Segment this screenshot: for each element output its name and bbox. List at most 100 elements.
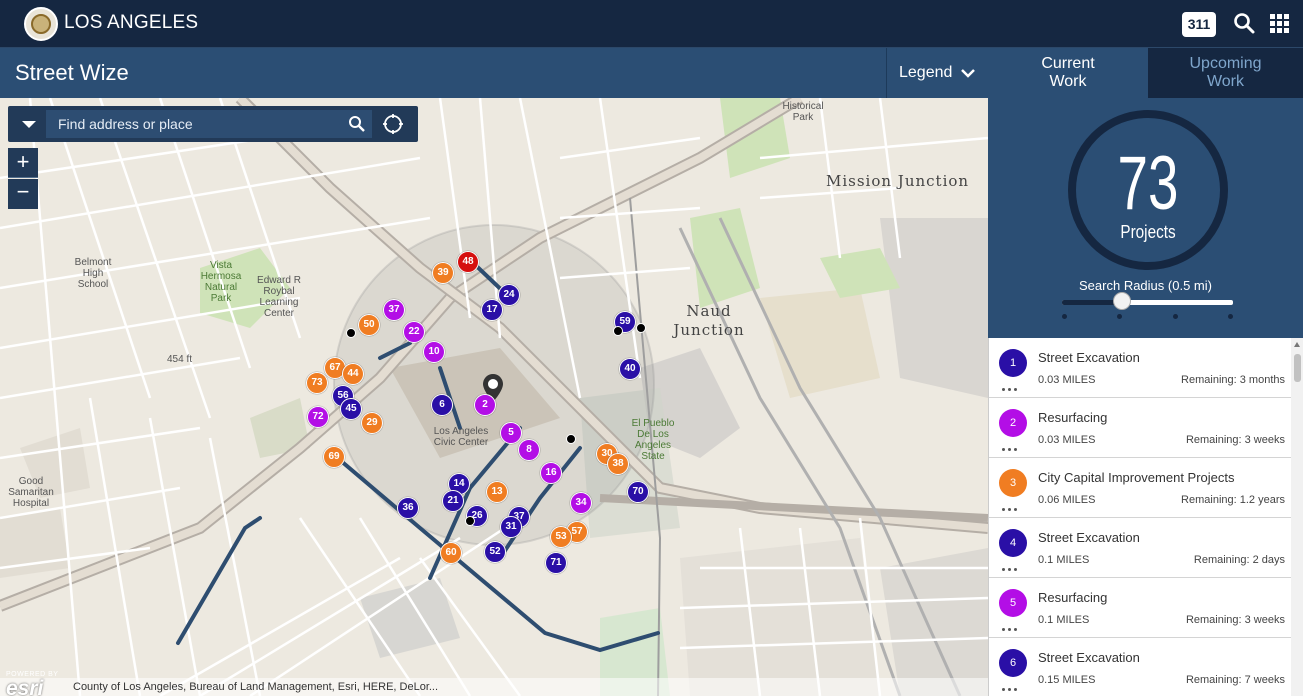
- project-marker[interactable]: 40: [619, 358, 641, 380]
- project-marker[interactable]: 37: [383, 299, 405, 321]
- project-distance: 0.03 MILES: [1038, 434, 1096, 446]
- slider-stop[interactable]: [1117, 314, 1122, 319]
- project-marker[interactable]: 13: [486, 481, 508, 503]
- project-marker[interactable]: 34: [570, 492, 592, 514]
- project-count-ring: 73 Projects: [1068, 110, 1228, 270]
- map-view[interactable]: Mission Junction Naud Junction Belmont H…: [0, 98, 988, 696]
- map-point[interactable]: [636, 323, 646, 333]
- project-remaining: Remaining: 3 weeks: [1185, 434, 1285, 446]
- esri-logo[interactable]: POWERED BY esri: [4, 669, 70, 696]
- project-marker[interactable]: 71: [545, 552, 567, 574]
- project-marker[interactable]: 52: [484, 541, 506, 563]
- project-list: 1 Street Excavation 0.03 MILES Remaining: 3…: [988, 338, 1303, 696]
- project-distance: 0.03 MILES: [1038, 374, 1096, 386]
- project-marker[interactable]: 22: [403, 321, 425, 343]
- map-point[interactable]: [465, 516, 475, 526]
- project-marker[interactable]: 72: [307, 406, 329, 428]
- search-source-dropdown[interactable]: [22, 121, 36, 128]
- more-options-icon[interactable]: [1002, 378, 1026, 391]
- project-marker[interactable]: 24: [498, 284, 520, 306]
- zoom-out-button[interactable]: −: [8, 179, 38, 209]
- map-label: El Pueblo De Los Angeles State: [631, 418, 675, 462]
- slider-stop[interactable]: [1228, 314, 1233, 319]
- project-type: Resurfacing: [1038, 410, 1108, 425]
- locate-me-icon[interactable]: [382, 113, 404, 135]
- address-search-input[interactable]: [46, 110, 372, 138]
- project-marker[interactable]: 16: [540, 462, 562, 484]
- tab-upcoming-work[interactable]: Upcoming Work: [1148, 48, 1303, 98]
- more-options-icon[interactable]: [1002, 678, 1026, 691]
- project-marker[interactable]: 10: [423, 341, 445, 363]
- slider-fill: [1062, 300, 1118, 305]
- esri-wordmark: esri: [6, 677, 44, 696]
- project-remaining: Remaining: 2 days: [1193, 554, 1285, 566]
- project-remaining: Remaining: 1.2 years: [1181, 494, 1285, 506]
- project-marker[interactable]: 2: [474, 394, 496, 416]
- address-search: [8, 106, 418, 142]
- city-seal-logo[interactable]: [24, 7, 58, 41]
- more-options-icon[interactable]: [1002, 498, 1026, 511]
- project-summary-panel: 73 Projects Search Radius (0.5 mi): [988, 98, 1303, 338]
- scroll-up-arrow-icon[interactable]: [1294, 342, 1300, 347]
- project-remaining: Remaining: 3 weeks: [1185, 614, 1285, 626]
- city-name[interactable]: LOS ANGELES: [64, 12, 198, 34]
- project-list-item[interactable]: 4 Street Excavation 0.1 MILES Remaining: 2 …: [989, 518, 1291, 578]
- legend-label: Legend: [899, 64, 953, 81]
- project-marker[interactable]: 44: [342, 363, 364, 385]
- search-radius-slider[interactable]: [1062, 300, 1233, 305]
- project-marker[interactable]: 21: [442, 490, 464, 512]
- more-options-icon[interactable]: [1002, 438, 1026, 451]
- project-list-item[interactable]: 5 Resurfacing 0.1 MILES Remaining: 3 weeks: [989, 578, 1291, 638]
- project-marker[interactable]: 48: [457, 251, 479, 273]
- project-marker[interactable]: 39: [432, 262, 454, 284]
- project-type: Street Excavation: [1038, 650, 1140, 665]
- project-marker[interactable]: 29: [361, 412, 383, 434]
- project-marker[interactable]: 70: [627, 481, 649, 503]
- map-label: Historical Park: [782, 101, 824, 123]
- project-list-item[interactable]: 2 Resurfacing 0.03 MILES Remaining: 3 weeks: [989, 398, 1291, 458]
- search-radius-label: Search Radius (0.5 mi): [1079, 278, 1212, 293]
- project-marker[interactable]: 8: [518, 439, 540, 461]
- slider-stop[interactable]: [1062, 314, 1067, 319]
- project-list-item[interactable]: 1 Street Excavation 0.03 MILES Remaining: 3…: [989, 338, 1291, 398]
- map-attribution: County of Los Angeles, Bureau of Land Ma…: [0, 678, 988, 696]
- project-distance: 0.1 MILES: [1038, 554, 1090, 566]
- project-type: City Capital Improvement Projects: [1038, 470, 1235, 485]
- map-point[interactable]: [346, 328, 356, 338]
- project-marker[interactable]: 6: [431, 394, 453, 416]
- map-label: Edward R Roybal Learning Center: [257, 275, 301, 319]
- street-wize-app: LOS ANGELES 311 Street Wize Legend Curre…: [0, 0, 1303, 696]
- apps-grid-icon[interactable]: [1270, 14, 1289, 33]
- slider-stop[interactable]: [1173, 314, 1178, 319]
- project-type: Resurfacing: [1038, 590, 1108, 605]
- project-marker[interactable]: 17: [481, 299, 503, 321]
- project-marker[interactable]: 36: [397, 497, 419, 519]
- project-marker[interactable]: 31: [500, 516, 522, 538]
- more-options-icon[interactable]: [1002, 618, 1026, 631]
- project-count: 73: [1117, 141, 1179, 226]
- project-marker[interactable]: 38: [607, 453, 629, 475]
- legend-button[interactable]: Legend: [886, 48, 988, 98]
- project-marker[interactable]: 45: [340, 398, 362, 420]
- project-marker[interactable]: 5: [500, 422, 522, 444]
- project-list-scrollbar[interactable]: [1291, 338, 1303, 696]
- project-type: Street Excavation: [1038, 350, 1140, 365]
- search-icon[interactable]: [1233, 12, 1257, 36]
- search-icon[interactable]: [348, 115, 366, 133]
- map-point[interactable]: [566, 434, 576, 444]
- project-marker[interactable]: 60: [440, 542, 462, 564]
- project-marker[interactable]: 50: [358, 314, 380, 336]
- tab-current-work[interactable]: Current Work: [988, 48, 1148, 98]
- project-marker[interactable]: 73: [306, 372, 328, 394]
- project-marker[interactable]: 53: [550, 526, 572, 548]
- map-point[interactable]: [613, 326, 623, 336]
- zoom-in-button[interactable]: +: [8, 148, 38, 178]
- project-marker[interactable]: 69: [323, 446, 345, 468]
- more-options-icon[interactable]: [1002, 558, 1026, 571]
- project-distance: 0.15 MILES: [1038, 674, 1096, 686]
- 311-button[interactable]: 311: [1182, 12, 1216, 37]
- project-list-item[interactable]: 3 City Capital Improvement Projects 0.06 M…: [989, 458, 1291, 518]
- slider-handle[interactable]: [1113, 292, 1131, 310]
- scrollbar-thumb[interactable]: [1294, 354, 1301, 382]
- project-list-item[interactable]: 6 Street Excavation 0.15 MILES Remaining: 7…: [989, 638, 1291, 696]
